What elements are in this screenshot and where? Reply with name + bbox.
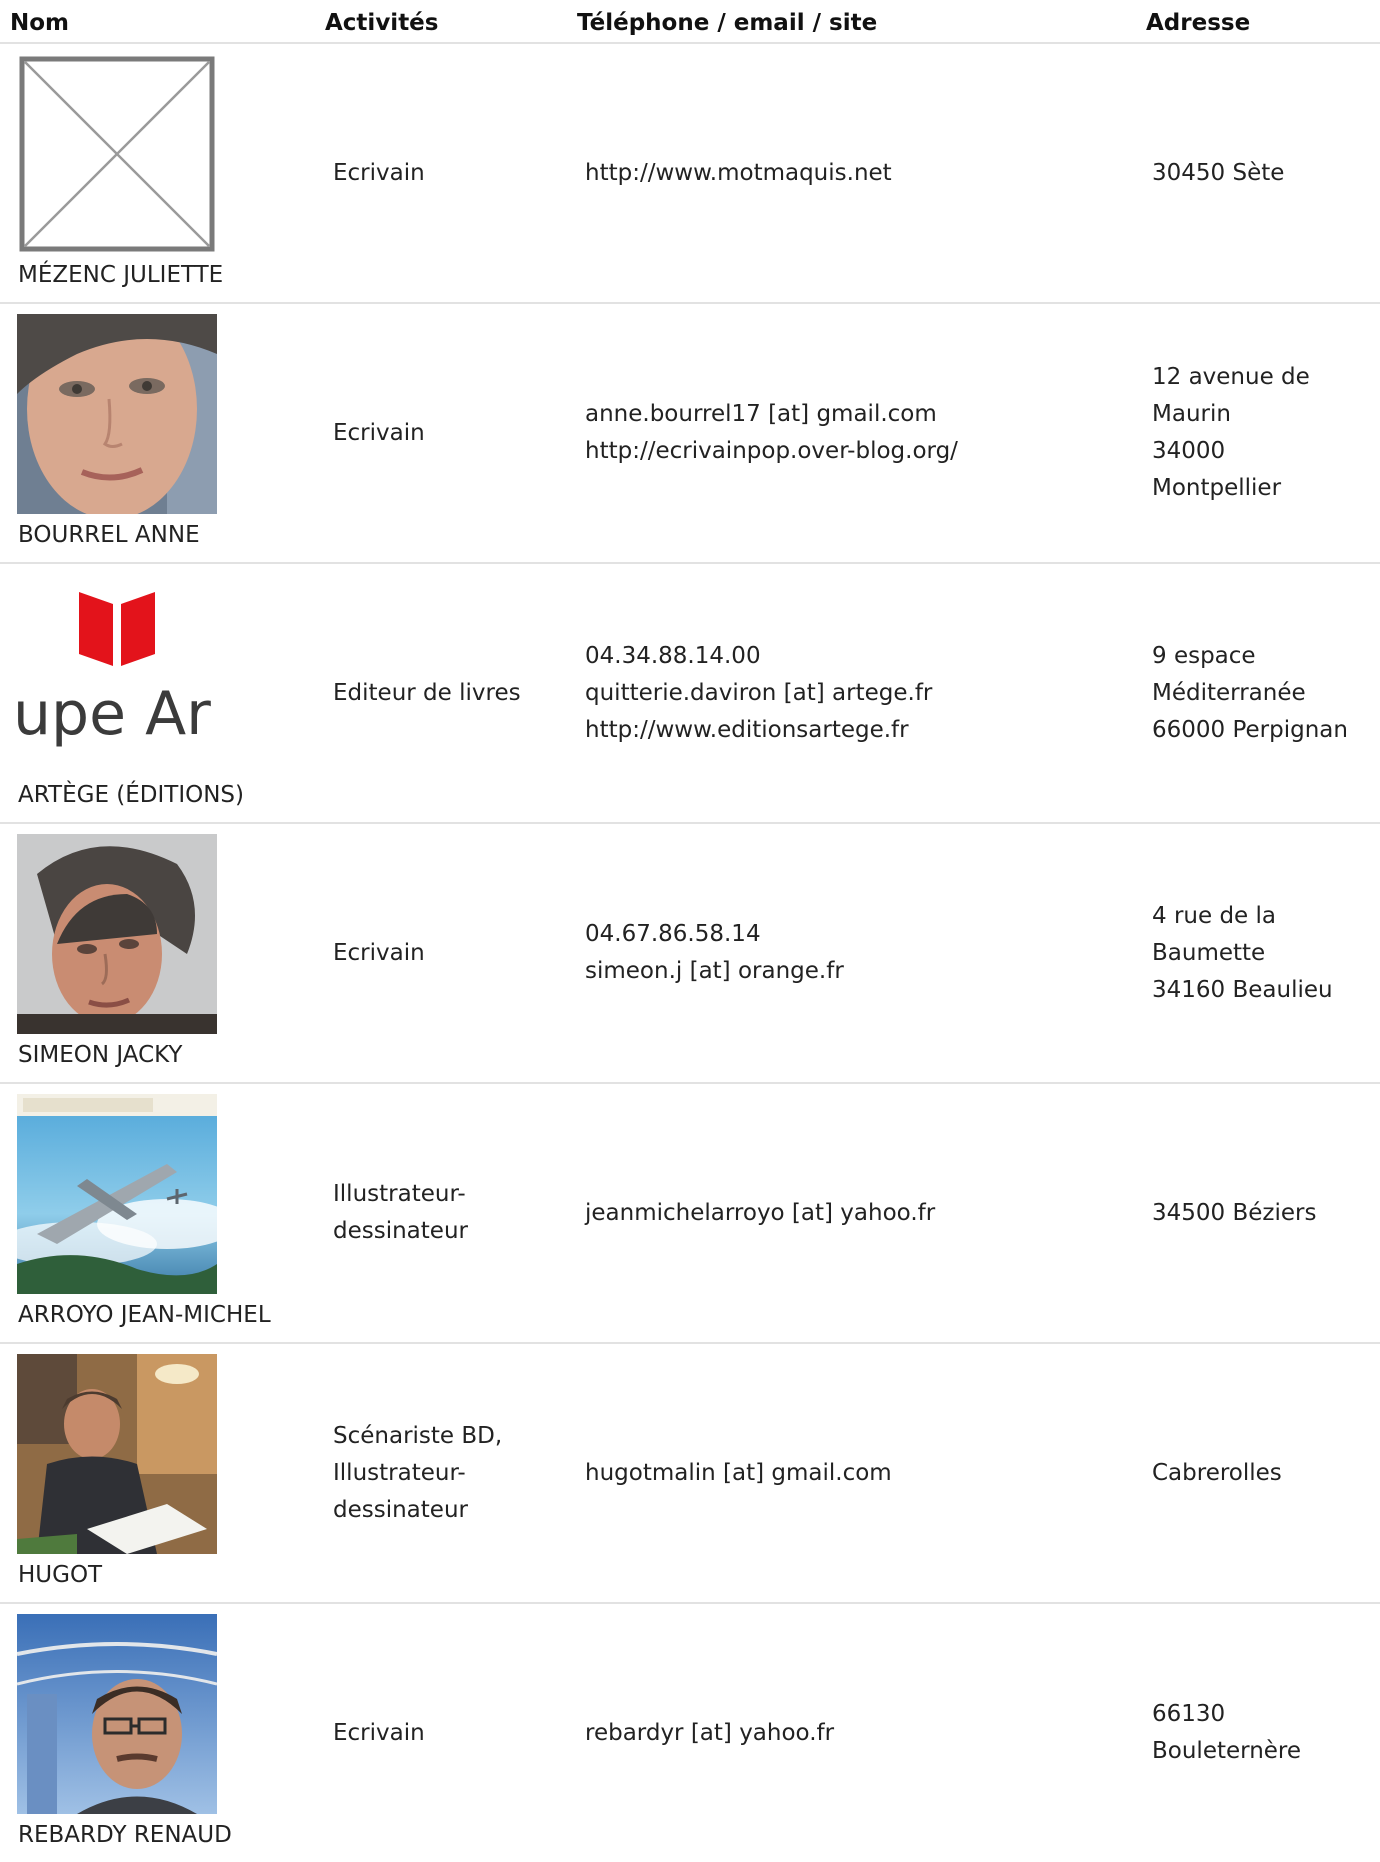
entry-address: 9 espace Méditerranée 66000 Perpignan bbox=[1152, 642, 1348, 743]
entry-activity: Ecrivain bbox=[333, 419, 425, 446]
table-row: REBARDY RENAUD Ecrivain rebardyr [at] ya… bbox=[0, 1604, 1380, 1862]
entry-contact[interactable]: hugotmalin [at] gmail.com bbox=[585, 1344, 1135, 1602]
man-at-drawing-desk[interactable] bbox=[17, 1354, 217, 1554]
entry-contact[interactable]: 04.67.86.58.14 simeon.j [at] orange.fr bbox=[585, 824, 1135, 1082]
entry-contact[interactable]: http://www.motmaquis.net bbox=[585, 44, 1135, 302]
table-row: SIMEON JACKY Ecrivain 04.67.86.58.14 sim… bbox=[0, 824, 1380, 1084]
table-row: ARROYO JEAN-MICHEL Illustrateur- dessina… bbox=[0, 1084, 1380, 1344]
header-adresse: Adresse bbox=[1146, 10, 1251, 36]
entry-activity: Ecrivain bbox=[333, 1719, 425, 1746]
entry-contact[interactable]: 04.34.88.14.00 quitterie.daviron [at] ar… bbox=[585, 564, 1135, 822]
entry-activity: Ecrivain bbox=[333, 939, 425, 966]
entry-name[interactable]: MÉZENC JULIETTE bbox=[18, 262, 223, 288]
portrait-woman[interactable] bbox=[17, 314, 217, 514]
entry-name[interactable]: BOURREL ANNE bbox=[18, 522, 200, 548]
table-row: upe Ar ARTÈGE (ÉDITIONS) Editeur de livr… bbox=[0, 564, 1380, 824]
logo-text: upe Ar bbox=[17, 679, 211, 749]
table-header: Nom Activités Téléphone / email / site A… bbox=[0, 0, 1380, 44]
entry-address: 66130 Bouleternère bbox=[1152, 1701, 1302, 1764]
entry-name[interactable]: ARROYO JEAN-MICHEL bbox=[18, 1302, 271, 1328]
entry-activity: Scénariste BD, Illustrateur- dessinateur bbox=[333, 1422, 503, 1523]
entry-address: 12 avenue de Maurin 34000 Montpellier bbox=[1152, 364, 1310, 501]
entry-name[interactable]: SIMEON JACKY bbox=[18, 1042, 182, 1068]
entry-address: 34500 Béziers bbox=[1152, 1199, 1317, 1226]
entry-activity: Illustrateur- dessinateur bbox=[333, 1181, 468, 1244]
portrait-man-gray-hair[interactable] bbox=[17, 834, 217, 1034]
entry-activity: Ecrivain bbox=[333, 159, 425, 186]
publisher-logo[interactable]: upe Ar bbox=[17, 574, 217, 774]
entry-name[interactable]: ARTÈGE (ÉDITIONS) bbox=[18, 782, 244, 808]
entry-name[interactable]: REBARDY RENAUD bbox=[18, 1822, 232, 1848]
header-activites: Activités bbox=[325, 10, 439, 36]
header-contact: Téléphone / email / site bbox=[577, 10, 878, 36]
entry-name[interactable]: HUGOT bbox=[18, 1562, 102, 1588]
table-row: HUGOT Scénariste BD, Illustrateur- dessi… bbox=[0, 1344, 1380, 1604]
directory-table: Nom Activités Téléphone / email / site A… bbox=[0, 0, 1380, 1862]
table-row: BOURREL ANNE Ecrivain anne.bourrel17 [at… bbox=[0, 304, 1380, 564]
table-row: MÉZENC JULIETTE Ecrivain http://www.motm… bbox=[0, 44, 1380, 304]
placeholder-image[interactable] bbox=[17, 54, 217, 254]
portrait-man-glasses[interactable] bbox=[17, 1614, 217, 1814]
entry-contact[interactable]: anne.bourrel17 [at] gmail.com http://ecr… bbox=[585, 304, 1135, 562]
comic-cover-airplanes[interactable] bbox=[17, 1094, 217, 1294]
entry-address: Cabrerolles bbox=[1152, 1459, 1282, 1486]
entry-contact[interactable]: jeanmichelarroyo [at] yahoo.fr bbox=[585, 1084, 1135, 1342]
entry-contact[interactable]: rebardyr [at] yahoo.fr bbox=[585, 1604, 1135, 1862]
entry-address: 30450 Sète bbox=[1152, 159, 1285, 186]
entry-address: 4 rue de la Baumette 34160 Beaulieu bbox=[1152, 902, 1333, 1003]
header-nom: Nom bbox=[10, 10, 70, 36]
entry-activity: Editeur de livres bbox=[333, 679, 521, 706]
